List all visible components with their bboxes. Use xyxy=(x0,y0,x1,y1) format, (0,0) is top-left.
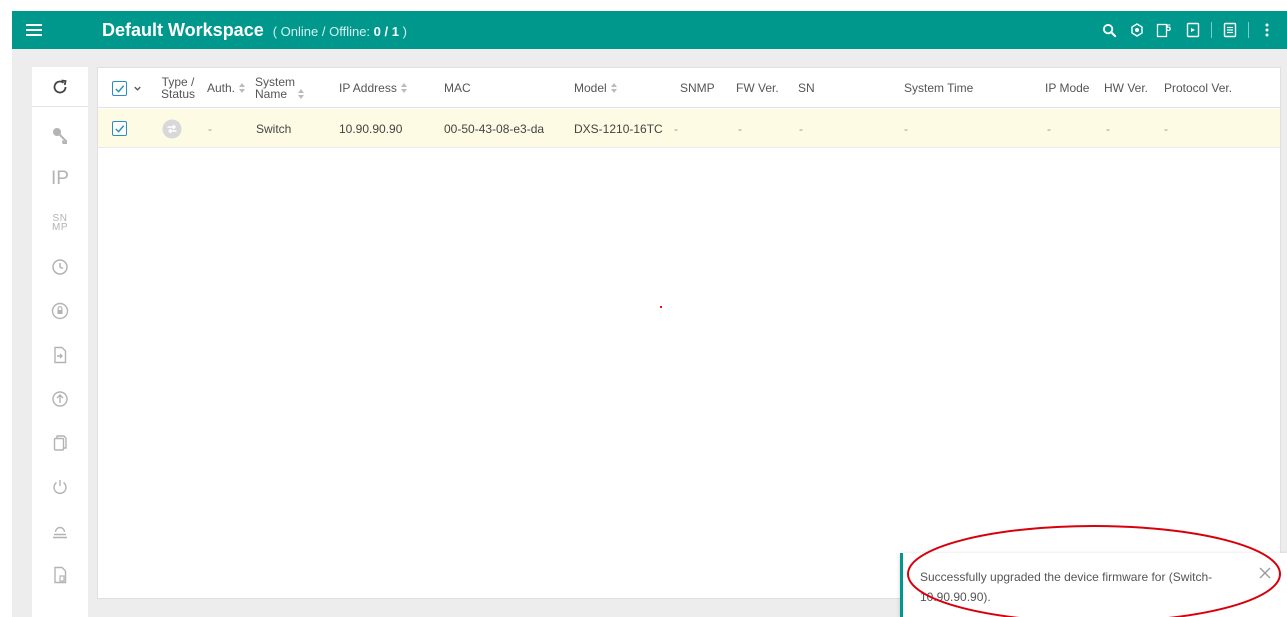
search-button[interactable] xyxy=(1095,11,1123,49)
col-mac[interactable]: MAC xyxy=(444,68,471,108)
copy-config-button[interactable] xyxy=(32,421,88,465)
snmp-settings-button[interactable]: SN MP xyxy=(32,201,88,245)
system-time-button[interactable] xyxy=(32,245,88,289)
header-divider xyxy=(1248,22,1249,38)
menu-button[interactable] xyxy=(12,11,56,49)
snmp-cell: - xyxy=(674,121,678,136)
document-icon xyxy=(1186,22,1200,38)
cursor-dot xyxy=(660,306,662,308)
firmware-upgrade-button[interactable] xyxy=(32,377,88,421)
check-icon xyxy=(115,84,125,93)
import-config-button[interactable] xyxy=(32,333,88,377)
col-ip-mode[interactable]: IP Mode xyxy=(1045,68,1089,108)
workspace-title: Default Workspace ( Online / Offline: 0 … xyxy=(102,20,407,41)
export-badge-icon: 5 xyxy=(1156,23,1171,38)
shield-icon xyxy=(51,302,69,320)
clock-icon xyxy=(52,259,68,275)
sort-icon xyxy=(298,89,305,99)
col-hw-ver[interactable]: HW Ver. xyxy=(1104,68,1148,108)
sn-cell: - xyxy=(799,121,803,136)
col-protocol-ver[interactable]: Protocol Ver. xyxy=(1164,68,1232,108)
hamburger-icon xyxy=(26,24,42,36)
import-icon xyxy=(54,346,67,364)
fw-ver-cell: - xyxy=(738,121,742,136)
ip-label: IP xyxy=(51,168,69,189)
row-checkbox-cell xyxy=(112,109,127,148)
ip-settings-button[interactable]: IP xyxy=(32,157,88,201)
more-icon xyxy=(1265,23,1269,37)
mac-cell: 00-50-43-08-e3-da xyxy=(444,121,545,136)
annotation-ellipse xyxy=(907,525,1281,617)
workspace-name: Default Workspace xyxy=(102,19,264,40)
report-button[interactable] xyxy=(1179,11,1207,49)
table-row[interactable]: - Switch 10.90.90.90 00-50-43-08-e3-da D… xyxy=(98,109,1280,148)
check-icon xyxy=(115,125,125,133)
header-divider xyxy=(1211,22,1212,38)
col-snmp[interactable]: SNMP xyxy=(680,68,715,108)
more-button[interactable] xyxy=(1253,11,1281,49)
refresh-button[interactable] xyxy=(32,67,88,107)
security-button[interactable] xyxy=(32,289,88,333)
notification-badge: 5 xyxy=(1166,23,1171,33)
key-icon xyxy=(53,128,67,144)
col-fw-ver[interactable]: FW Ver. xyxy=(736,68,779,108)
col-ip-address[interactable]: IP Address xyxy=(339,68,408,108)
ip-mode-cell: - xyxy=(1047,121,1051,136)
chevron-down-icon[interactable] xyxy=(133,84,142,93)
sort-icon xyxy=(610,83,618,93)
col-system-name[interactable]: System Name xyxy=(255,68,305,108)
device-table: Type / Status Auth. System Name IP Address… xyxy=(97,67,1281,599)
reboot-button[interactable] xyxy=(32,465,88,509)
col-model[interactable]: Model xyxy=(574,68,618,108)
online-offline-status: ( Online / Offline: 0 / 1 ) xyxy=(272,23,407,39)
col-auth[interactable]: Auth. xyxy=(207,68,246,108)
ip-address-cell: 10.90.90.90 xyxy=(339,121,403,136)
header-actions: 5 xyxy=(1095,11,1281,49)
row-checkbox[interactable] xyxy=(112,121,127,136)
col-type-status[interactable]: Type / Status xyxy=(161,68,195,108)
restore-icon xyxy=(53,526,67,539)
log-button[interactable] xyxy=(1216,11,1244,49)
power-icon xyxy=(53,480,67,494)
discover-button[interactable] xyxy=(1123,11,1151,49)
switch-device-icon xyxy=(162,119,182,138)
type-status-cell xyxy=(162,109,182,148)
snmp-label: SN MP xyxy=(52,213,68,233)
reset-button[interactable] xyxy=(32,509,88,553)
col-sn[interactable]: SN xyxy=(798,68,815,108)
hw-ver-cell: - xyxy=(1106,121,1110,136)
auth-cell: - xyxy=(208,121,212,136)
col-system-time[interactable]: System Time xyxy=(904,68,973,108)
refresh-icon xyxy=(53,79,67,93)
tool-sidebar: IP SN MP xyxy=(32,67,88,617)
top-bar: Default Workspace ( Online / Offline: 0 … xyxy=(12,11,1287,49)
search-icon xyxy=(1102,23,1116,37)
log-icon xyxy=(1223,22,1237,38)
copy-icon xyxy=(53,435,67,451)
auth-button[interactable] xyxy=(32,113,88,157)
system-time-cell: - xyxy=(904,121,908,136)
file-icon xyxy=(54,566,67,584)
online-offline-count: 0 / 1 xyxy=(373,23,399,39)
system-name-cell: Switch xyxy=(256,121,292,136)
table-header: Type / Status Auth. System Name IP Address… xyxy=(98,68,1280,108)
file-button[interactable] xyxy=(32,553,88,597)
model-cell: DXS-1210-16TC xyxy=(574,121,663,136)
protocol-ver-cell: - xyxy=(1164,121,1168,136)
sort-icon xyxy=(239,83,246,93)
select-all-group xyxy=(112,68,142,108)
sort-icon xyxy=(400,83,408,93)
discover-icon xyxy=(1131,23,1143,37)
upload-icon xyxy=(52,391,68,407)
export-button[interactable]: 5 xyxy=(1151,11,1179,49)
select-all-checkbox[interactable] xyxy=(112,80,127,96)
